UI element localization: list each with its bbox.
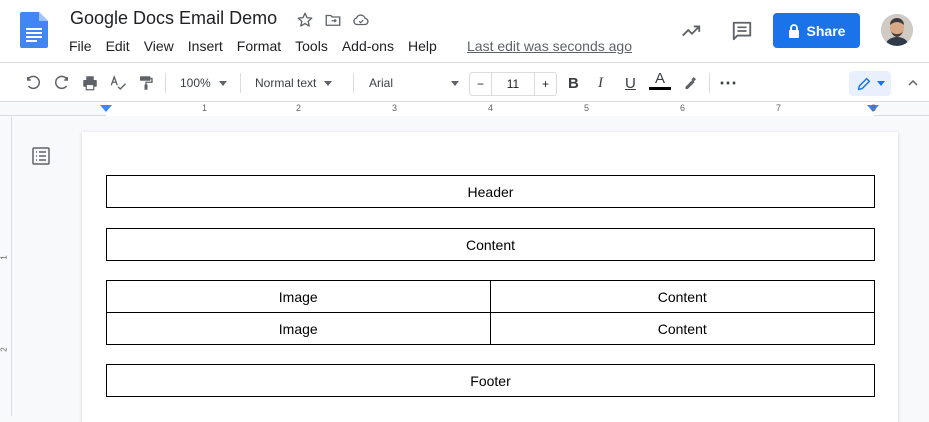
menu-file[interactable]: File xyxy=(62,36,99,56)
formatting-toolbar: 100% Normal text Arial − 11 + B I U A ⋯ xyxy=(0,62,929,102)
document-page[interactable]: Header Content Image Content Image Conte… xyxy=(82,132,898,422)
bold-button[interactable]: B xyxy=(568,71,579,95)
style-select[interactable]: Normal text xyxy=(255,71,333,95)
lock-icon xyxy=(788,23,799,38)
table-row: Image Content xyxy=(107,281,874,312)
print-icon[interactable] xyxy=(81,71,99,95)
vertical-ruler: 1 2 xyxy=(0,117,12,416)
content-cell[interactable]: Content xyxy=(491,313,875,344)
text-color-button[interactable]: A xyxy=(649,70,671,96)
last-edit-link[interactable]: Last edit was seconds ago xyxy=(467,38,632,54)
chevron-down-icon xyxy=(876,81,885,86)
comment-history-icon[interactable] xyxy=(730,19,754,43)
ruler-number: 2 xyxy=(296,103,302,113)
ruler-number: 2 xyxy=(0,347,9,352)
footer-cell[interactable]: Footer xyxy=(107,365,874,396)
ruler-number: 1 xyxy=(202,103,208,113)
underline-button[interactable]: U xyxy=(625,71,636,95)
font-size-input[interactable]: 11 xyxy=(492,73,534,95)
image-cell[interactable]: Image xyxy=(107,281,491,312)
header-table[interactable]: Header xyxy=(106,175,875,208)
menu-view[interactable]: View xyxy=(137,36,181,56)
chevron-down-icon xyxy=(324,80,333,86)
ruler-number: 7 xyxy=(776,103,782,113)
chevron-down-icon xyxy=(451,80,459,86)
image-content-table[interactable]: Image Content Image Content xyxy=(106,280,875,345)
title-bar: Google Docs Email Demo File Edit View In… xyxy=(0,0,929,62)
menu-insert[interactable]: Insert xyxy=(181,36,230,56)
more-options-button[interactable]: ⋯ xyxy=(719,71,737,95)
style-value: Normal text xyxy=(255,76,317,90)
content-cell[interactable]: Content xyxy=(491,281,875,312)
paint-format-icon[interactable] xyxy=(137,71,155,95)
document-outline-icon[interactable] xyxy=(31,146,51,166)
activity-trend-icon[interactable] xyxy=(679,19,703,43)
toolbar-divider xyxy=(165,73,166,93)
document-title[interactable]: Google Docs Email Demo xyxy=(70,8,277,29)
zoom-select[interactable]: 100% xyxy=(180,71,227,95)
text-color-swatch xyxy=(649,87,671,90)
italic-button[interactable]: I xyxy=(598,71,603,95)
header-cell[interactable]: Header xyxy=(107,176,874,207)
zoom-value: 100% xyxy=(180,76,211,90)
ruler-number: 8 xyxy=(871,103,877,113)
spellcheck-icon[interactable] xyxy=(109,71,127,95)
editing-mode-select[interactable] xyxy=(849,71,891,96)
docs-logo-icon[interactable] xyxy=(20,12,48,48)
horizontal-ruler: 1 2 3 4 5 6 7 8 xyxy=(0,102,929,116)
footer-table[interactable]: Footer xyxy=(106,364,875,397)
toolbar-divider xyxy=(709,73,710,93)
menu-add-ons[interactable]: Add-ons xyxy=(335,36,401,56)
highlight-color-icon[interactable] xyxy=(681,71,699,95)
toolbar-divider xyxy=(240,73,241,93)
menu-edit[interactable]: Edit xyxy=(99,36,137,56)
undo-icon[interactable] xyxy=(24,71,42,95)
menu-bar: File Edit View Insert Format Tools Add-o… xyxy=(62,36,444,56)
font-size-stepper: − 11 + xyxy=(469,72,557,96)
cloud-saved-icon[interactable] xyxy=(350,9,372,31)
chevron-up-icon[interactable] xyxy=(905,71,921,95)
content-table[interactable]: Content xyxy=(106,228,875,261)
ruler-number: 3 xyxy=(392,103,398,113)
ruler-number: 6 xyxy=(680,103,686,113)
menu-help[interactable]: Help xyxy=(401,36,444,56)
table-row: Image Content xyxy=(107,312,874,344)
font-select[interactable]: Arial xyxy=(369,71,459,95)
ruler-number: 1 xyxy=(0,255,9,260)
decrease-font-size-button[interactable]: − xyxy=(470,73,492,95)
increase-font-size-button[interactable]: + xyxy=(534,73,556,95)
menu-format[interactable]: Format xyxy=(230,36,288,56)
content-cell[interactable]: Content xyxy=(107,229,874,260)
star-icon[interactable] xyxy=(294,9,316,31)
pencil-icon xyxy=(857,77,870,90)
menu-tools[interactable]: Tools xyxy=(288,36,335,56)
font-value: Arial xyxy=(369,76,394,90)
share-label: Share xyxy=(806,22,846,39)
move-to-folder-icon[interactable] xyxy=(322,9,344,31)
toolbar-divider xyxy=(353,73,354,93)
redo-icon[interactable] xyxy=(53,71,71,95)
image-cell[interactable]: Image xyxy=(107,313,491,344)
text-color-letter: A xyxy=(654,70,665,87)
ruler-number: 4 xyxy=(488,103,494,113)
avatar[interactable] xyxy=(881,14,913,46)
left-indent-marker[interactable] xyxy=(100,105,112,112)
chevron-down-icon xyxy=(218,80,227,86)
share-button[interactable]: Share xyxy=(773,13,860,48)
ruler-number: 5 xyxy=(584,103,590,113)
